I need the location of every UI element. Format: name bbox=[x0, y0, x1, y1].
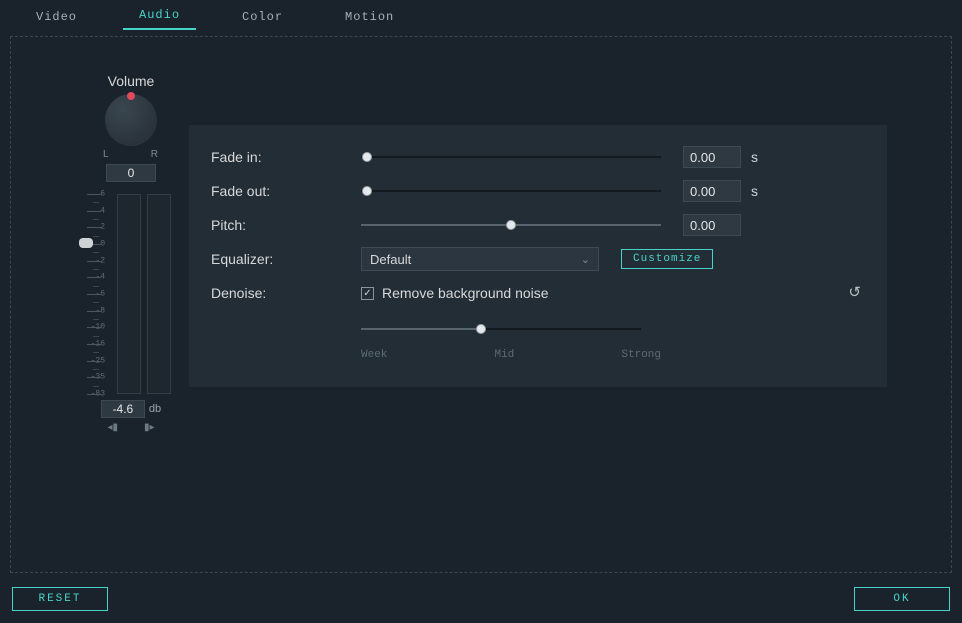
volume-db-input[interactable] bbox=[101, 400, 145, 418]
pitch-slider[interactable] bbox=[361, 217, 661, 233]
equalizer-label: Equalizer: bbox=[211, 251, 361, 267]
denoise-checkbox-label: Remove background noise bbox=[382, 285, 549, 301]
pitch-row: Pitch: bbox=[211, 211, 865, 239]
volume-scale: 6420-2-4-6-8-10-16-25-35-83 bbox=[87, 194, 109, 394]
equalizer-customize-button[interactable]: Customize bbox=[621, 249, 713, 269]
denoise-checkbox[interactable]: ✓ bbox=[361, 287, 374, 300]
volume-bar-right bbox=[147, 194, 171, 394]
content-area: Volume L R 6420-2-4-6-8-10-16-25-35-83 d… bbox=[10, 36, 952, 573]
pitch-input[interactable] bbox=[683, 214, 741, 236]
denoise-weak-label: Week bbox=[361, 349, 387, 361]
volume-meters: 6420-2-4-6-8-10-16-25-35-83 bbox=[87, 194, 175, 394]
ok-button[interactable]: OK bbox=[854, 587, 950, 611]
reset-button[interactable]: RESET bbox=[12, 587, 108, 611]
volume-slider-handle[interactable] bbox=[79, 238, 93, 248]
chevron-down-icon: ⌄ bbox=[581, 253, 590, 266]
fade-in-input[interactable] bbox=[683, 146, 741, 168]
volume-section: Volume L R 6420-2-4-6-8-10-16-25-35-83 d… bbox=[66, 73, 196, 433]
denoise-strength-slider[interactable] bbox=[361, 321, 641, 337]
denoise-slider-row bbox=[211, 315, 865, 343]
fade-in-row: Fade in: s bbox=[211, 143, 865, 171]
volume-db-unit: db bbox=[149, 403, 161, 415]
tab-audio[interactable]: Audio bbox=[123, 2, 196, 30]
fade-in-label: Fade in: bbox=[211, 149, 361, 165]
denoise-mid-label: Mid bbox=[494, 349, 514, 361]
volume-step-right-icon[interactable]: ▮▸ bbox=[144, 422, 155, 433]
fade-out-label: Fade out: bbox=[211, 183, 361, 199]
pan-lr-labels: L R bbox=[103, 149, 159, 160]
denoise-row: Denoise: ✓ Remove background noise bbox=[211, 279, 865, 307]
volume-bar-left bbox=[117, 194, 141, 394]
denoise-strong-label: Strong bbox=[621, 349, 661, 361]
fade-out-slider[interactable] bbox=[361, 183, 661, 199]
fade-in-slider[interactable] bbox=[361, 149, 661, 165]
pan-knob[interactable] bbox=[104, 93, 158, 147]
volume-title: Volume bbox=[66, 73, 196, 89]
denoise-label: Denoise: bbox=[211, 285, 361, 301]
tab-video[interactable]: Video bbox=[20, 4, 93, 30]
pan-value-input[interactable] bbox=[106, 164, 156, 182]
fade-out-unit: s bbox=[751, 183, 758, 199]
tab-color[interactable]: Color bbox=[226, 4, 299, 30]
tab-motion[interactable]: Motion bbox=[329, 4, 410, 30]
pitch-label: Pitch: bbox=[211, 217, 361, 233]
volume-step-left-icon[interactable]: ◂▮ bbox=[107, 422, 118, 433]
audio-settings-panel: Fade in: s Fade out: s Pitch: bbox=[189, 125, 887, 387]
fade-out-input[interactable] bbox=[683, 180, 741, 202]
pan-r-label: R bbox=[151, 149, 159, 160]
fade-out-row: Fade out: s bbox=[211, 177, 865, 205]
tab-bar: Video Audio Color Motion bbox=[0, 0, 962, 30]
equalizer-selected: Default bbox=[370, 252, 411, 267]
equalizer-row: Equalizer: Default ⌄ Customize bbox=[211, 245, 865, 273]
equalizer-select[interactable]: Default ⌄ bbox=[361, 247, 599, 271]
pan-l-label: L bbox=[103, 149, 110, 160]
denoise-scale-labels: Week Mid Strong bbox=[361, 349, 661, 361]
fade-in-unit: s bbox=[751, 149, 758, 165]
reset-panel-icon[interactable]: ↺ bbox=[848, 283, 861, 301]
